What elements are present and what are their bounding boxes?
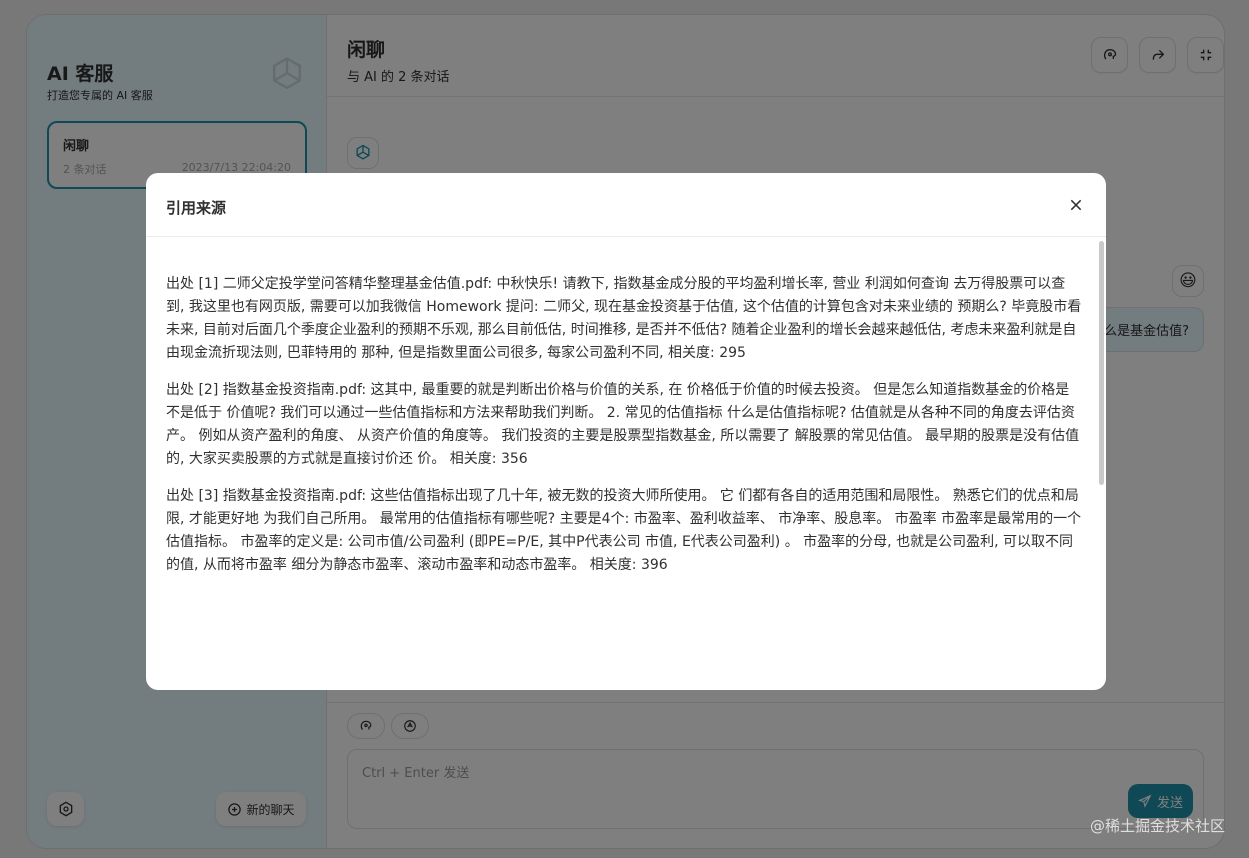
modal-overlay[interactable]: 引用来源 出处 [1] 二师父定投学堂问答精华整理基金估值.pdf: 中秋快乐!… <box>0 0 1249 858</box>
citation-modal: 引用来源 出处 [1] 二师父定投学堂问答精华整理基金估值.pdf: 中秋快乐!… <box>146 173 1106 690</box>
modal-title: 引用来源 <box>166 199 227 217</box>
citation-source-2: 出处 [2] 指数基金投资指南.pdf: 这其中, 最重要的就是判断出价格与价值… <box>166 382 1080 467</box>
citation-source-3: 出处 [3] 指数基金投资指南.pdf: 这些估值指标出现了几十年, 被无数的投… <box>166 488 1082 573</box>
modal-scrollbar[interactable] <box>1099 241 1104 485</box>
modal-close-button[interactable] <box>1064 193 1088 217</box>
close-icon <box>1070 199 1082 211</box>
modal-body: 出处 [1] 二师父定投学堂问答精华整理基金估值.pdf: 中秋快乐! 请教下,… <box>146 238 1106 690</box>
watermark: @稀土掘金技术社区 <box>1089 817 1225 835</box>
citation-source-1: 出处 [1] 二师父定投学堂问答精华整理基金估值.pdf: 中秋快乐! 请教下,… <box>166 276 1082 361</box>
